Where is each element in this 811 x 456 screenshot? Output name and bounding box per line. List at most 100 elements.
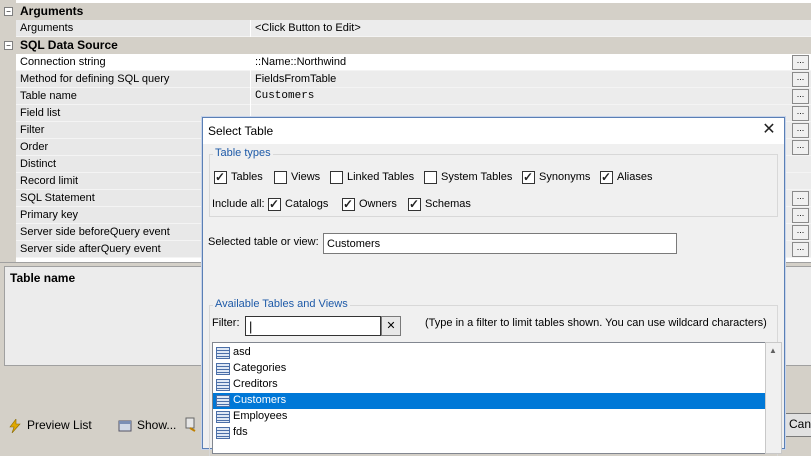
checkbox-label: Catalogs (285, 198, 329, 210)
checkbox-label: Owners (359, 198, 397, 210)
list-item[interactable]: asd (213, 345, 766, 361)
show-button[interactable]: Show... (118, 418, 176, 433)
filter-hint: (Type in a filter to limit tables shown.… (425, 317, 767, 329)
list-item-label: Categories (233, 362, 287, 374)
ellipsis-button[interactable]: ... (792, 72, 809, 87)
row-value: FieldsFromTable (255, 73, 337, 85)
selected-table-label: Selected table or view: (208, 236, 319, 248)
list-item-label: Creditors (233, 378, 278, 390)
table-types-group: Table types Tables Views Linked Tables S… (209, 147, 778, 217)
checkbox-label: System Tables (441, 171, 513, 183)
section-title: SQL Data Source (20, 38, 118, 52)
list-item[interactable]: Creditors (213, 377, 766, 393)
collapse-icon[interactable]: − (4, 7, 13, 16)
grid-row-connection-string[interactable]: Connection string ::Name::Northwind ... (0, 54, 811, 71)
grid-row-arguments[interactable]: Arguments <Click Button to Edit> (0, 20, 811, 37)
grid-row-method[interactable]: Method for defining SQL query FieldsFrom… (0, 71, 811, 88)
scroll-up-icon[interactable]: ▲ (769, 346, 777, 355)
list-item-label: Customers (233, 394, 287, 406)
table-icon (216, 395, 230, 407)
section-title: Arguments (20, 4, 84, 18)
row-value: ::Name::Northwind (255, 56, 347, 68)
list-item-label: asd (233, 346, 251, 358)
row-label: Record limit (20, 175, 79, 187)
list-item[interactable]: Employees (213, 409, 766, 425)
list-item-selected[interactable]: Customers (213, 393, 766, 409)
table-icon (216, 411, 230, 423)
row-label: Order (20, 141, 49, 153)
list-scrollbar[interactable]: ▲ (765, 342, 782, 454)
ellipsis-button[interactable]: ... (792, 89, 809, 104)
tool-icon[interactable] (184, 416, 198, 435)
ellipsis-button[interactable]: ... (792, 191, 809, 206)
checkbox-label: Schemas (425, 198, 471, 210)
ellipsis-button[interactable]: ... (792, 225, 809, 240)
table-icon (216, 363, 230, 375)
row-label: Method for defining SQL query (20, 73, 170, 85)
row-value: Customers (255, 90, 315, 102)
lightning-icon (8, 417, 24, 434)
row-label: Filter (20, 124, 45, 136)
checkbox-label: Tables (231, 171, 263, 183)
checkbox-box[interactable] (408, 197, 421, 211)
row-label: Connection string (20, 56, 106, 68)
row-label: Primary key (20, 209, 79, 221)
checkbox-box[interactable] (268, 197, 281, 211)
show-label: Show... (137, 418, 177, 432)
description-title: Table name (10, 271, 76, 285)
text-cursor: | (249, 319, 253, 334)
list-item-label: Employees (233, 410, 288, 422)
row-label: Distinct (20, 158, 57, 170)
checkbox-box[interactable] (214, 170, 227, 184)
table-icon (216, 379, 230, 391)
grid-row-table-name[interactable]: Table name Customers ... (0, 88, 811, 105)
checkbox-box[interactable] (424, 171, 437, 184)
include-all-label: Include all: (212, 198, 265, 210)
selected-table-input[interactable]: Customers (323, 233, 677, 254)
preview-list-button[interactable]: Preview List (8, 417, 92, 434)
selected-table-value: Customers (327, 238, 381, 250)
dialog-title: Select Table (208, 124, 274, 138)
section-arguments[interactable]: − Arguments (0, 3, 811, 20)
filter-input[interactable]: | (245, 316, 381, 336)
filter-label: Filter: (212, 317, 240, 329)
list-item-label: fds (233, 426, 248, 438)
select-table-dialog: Select Table ✕ Table types Tables Views … (202, 117, 785, 456)
window-icon (118, 419, 134, 433)
row-label: Server side beforeQuery event (20, 226, 170, 238)
list-item[interactable]: Categories (213, 361, 766, 377)
list-item[interactable]: fds (213, 425, 766, 441)
row-label: Field list (20, 107, 61, 119)
checkbox-label: Synonyms (539, 171, 591, 183)
checkbox-box[interactable] (274, 171, 287, 184)
preview-list-label: Preview List (27, 418, 92, 432)
table-icon (216, 427, 230, 439)
checkbox-box[interactable] (342, 197, 355, 211)
ellipsis-button[interactable]: ... (792, 106, 809, 121)
checkbox-box[interactable] (600, 170, 613, 184)
checkbox-box[interactable] (330, 171, 343, 184)
group-legend: Table types (213, 147, 273, 159)
clear-filter-button[interactable]: ✕ (381, 316, 401, 336)
checkbox-label: Linked Tables (347, 171, 415, 183)
ellipsis-button[interactable]: ... (792, 208, 809, 223)
ellipsis-button[interactable]: ... (792, 55, 809, 70)
close-icon[interactable]: ✕ (758, 120, 780, 140)
checkbox-box[interactable] (522, 170, 535, 184)
checkbox-label: Aliases (617, 171, 653, 183)
row-value: <Click Button to Edit> (255, 22, 361, 34)
cancel-button[interactable]: Cancel (784, 413, 811, 437)
ellipsis-button[interactable]: ... (792, 123, 809, 138)
row-label: Server side afterQuery event (20, 243, 161, 255)
row-label: SQL Statement (20, 192, 95, 204)
table-icon (216, 347, 230, 359)
dialog-titlebar[interactable]: Select Table ✕ (203, 118, 784, 144)
row-label: Table name (20, 90, 77, 102)
group-legend: Available Tables and Views (213, 298, 350, 310)
ellipsis-button[interactable]: ... (792, 140, 809, 155)
section-sql-data-source[interactable]: − SQL Data Source (0, 37, 811, 54)
tables-listbox[interactable]: asd Categories Creditors Customers Emplo… (212, 342, 767, 454)
collapse-icon[interactable]: − (4, 41, 13, 50)
row-label: Arguments (20, 22, 74, 34)
ellipsis-button[interactable]: ... (792, 242, 809, 257)
